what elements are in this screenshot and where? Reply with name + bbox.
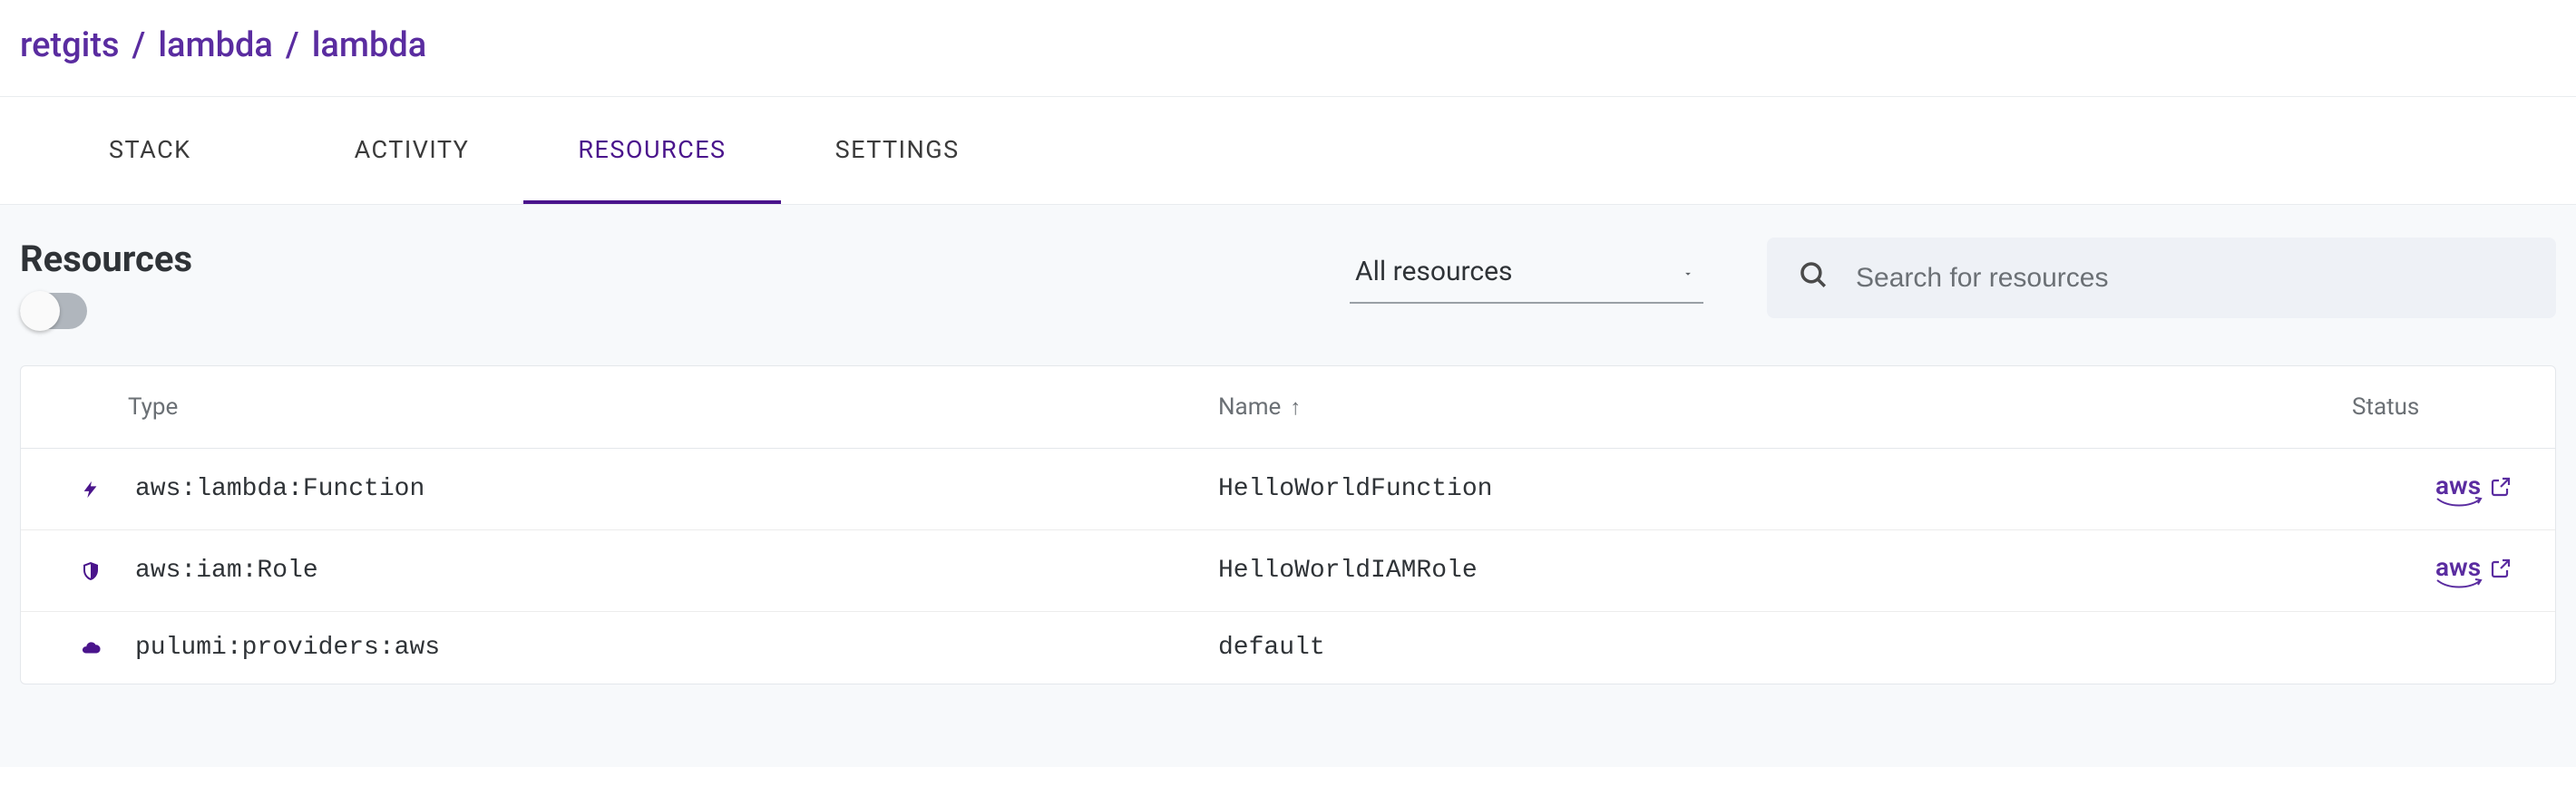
aws-link-label: aws xyxy=(2435,552,2481,582)
table-row[interactable]: aws:lambda:Function HelloWorldFunction a… xyxy=(21,449,2555,530)
cell-name: HelloWorldFunction xyxy=(1218,475,2352,503)
tab-bar: STACK ACTIVITY RESOURCES SETTINGS xyxy=(0,97,2576,205)
cell-name: HelloWorldIAMRole xyxy=(1218,557,2352,585)
content-header: Resources All resources xyxy=(20,238,2556,329)
cell-link: aws xyxy=(2352,552,2555,589)
column-header-status[interactable]: Status xyxy=(2352,393,2555,421)
cell-type-text: aws:iam:Role xyxy=(135,557,318,585)
tab-resources[interactable]: RESOURCES xyxy=(523,97,780,204)
chevron-down-icon xyxy=(1678,256,1698,287)
search-icon xyxy=(1798,259,1829,296)
table-row[interactable]: aws:iam:Role HelloWorldIAMRole aws xyxy=(21,530,2555,612)
breadcrumb-project[interactable]: lambda xyxy=(158,25,273,65)
cell-type-text: aws:lambda:Function xyxy=(135,475,424,503)
page-title: Resources xyxy=(20,238,192,280)
controls: All resources xyxy=(1350,238,2556,318)
column-header-name-label: Name xyxy=(1218,393,1281,421)
table-row[interactable]: pulumi:providers:aws default xyxy=(21,612,2555,684)
resource-table: Type Name ↑ Status aws:lambda:Function H… xyxy=(20,365,2556,684)
external-link-icon xyxy=(2490,474,2512,504)
breadcrumb-stack[interactable]: lambda xyxy=(312,25,427,65)
aws-link-label: aws xyxy=(2435,471,2481,500)
table-header: Type Name ↑ Status xyxy=(21,366,2555,449)
cell-name: default xyxy=(1218,634,2352,662)
external-link-icon xyxy=(2490,556,2512,586)
shield-icon xyxy=(77,558,104,584)
title-block: Resources xyxy=(20,238,192,329)
cell-link: aws xyxy=(2352,471,2555,508)
filter-selected-label: All resources xyxy=(1355,256,1513,287)
aws-external-link[interactable]: aws xyxy=(2435,471,2512,508)
content-area: Resources All resources xyxy=(0,205,2576,767)
filter-select[interactable]: All resources xyxy=(1350,252,1703,304)
breadcrumb: retgits / lambda / lambda xyxy=(20,25,2556,65)
tab-activity[interactable]: ACTIVITY xyxy=(300,97,524,204)
cell-type: aws:iam:Role xyxy=(21,557,1218,585)
toggle-knob xyxy=(20,291,60,331)
tab-settings[interactable]: SETTINGS xyxy=(781,97,1014,204)
cell-type: aws:lambda:Function xyxy=(21,475,1218,503)
tab-stack[interactable]: STACK xyxy=(0,97,300,204)
search-box[interactable] xyxy=(1767,238,2556,318)
sort-ascending-icon: ↑ xyxy=(1290,394,1301,421)
cell-type: pulumi:providers:aws xyxy=(21,634,1218,662)
cell-type-text: pulumi:providers:aws xyxy=(135,634,440,662)
column-header-name[interactable]: Name ↑ xyxy=(1218,393,2352,421)
breadcrumb-org[interactable]: retgits xyxy=(20,25,120,65)
breadcrumb-separator: / xyxy=(286,25,299,65)
breadcrumb-bar: retgits / lambda / lambda xyxy=(0,0,2576,97)
view-toggle[interactable] xyxy=(20,293,87,329)
bolt-icon xyxy=(77,477,104,502)
aws-external-link[interactable]: aws xyxy=(2435,552,2512,589)
breadcrumb-separator: / xyxy=(132,25,146,65)
search-input[interactable] xyxy=(1856,263,2525,294)
column-header-type[interactable]: Type xyxy=(21,393,1218,421)
cloud-icon xyxy=(77,638,104,658)
